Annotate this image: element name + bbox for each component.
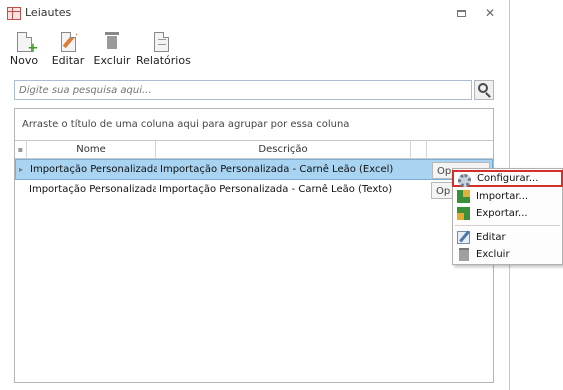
search-button[interactable] <box>474 80 494 100</box>
edit-button[interactable]: Editar <box>50 30 86 70</box>
edit-icon <box>457 231 470 244</box>
menu-separator <box>455 225 560 226</box>
grid-header: ▪ Nome Descrição <box>15 141 493 159</box>
import-icon <box>457 190 470 203</box>
title-bar: Leiautes ✕ <box>0 0 510 26</box>
column-header-actions[interactable] <box>427 141 493 158</box>
close-icon[interactable]: ✕ <box>481 5 499 21</box>
group-by-panel[interactable]: Arraste o título de uma coluna aqui para… <box>15 109 493 141</box>
edit-button-label: Editar <box>51 54 85 67</box>
restore-icon[interactable] <box>452 5 470 21</box>
table-icon <box>7 7 21 20</box>
search-input[interactable] <box>14 80 472 100</box>
menu-item-edit[interactable]: Editar <box>453 229 562 246</box>
gear-icon <box>458 174 471 187</box>
new-document-icon: + <box>16 32 38 56</box>
row-indicator-icon: ▸ <box>19 165 24 174</box>
menu-item-configure[interactable]: Configurar... <box>452 170 563 187</box>
menu-item-delete[interactable]: Excluir <box>453 246 562 263</box>
toolbar: + Novo Editar Excluir Relatórios <box>0 30 510 70</box>
reports-button-label: Relatórios <box>136 54 191 67</box>
row-indicator <box>15 180 27 200</box>
menu-item-delete-label: Excluir <box>476 249 510 260</box>
new-button[interactable]: + Novo <box>8 30 40 70</box>
menu-item-edit-label: Editar <box>476 232 506 243</box>
column-header-blank[interactable] <box>411 141 427 158</box>
cell-nome[interactable]: Importação Personalizada <box>28 160 157 180</box>
column-header-nome[interactable]: Nome <box>27 141 156 158</box>
trash-icon <box>105 32 119 52</box>
menu-item-export-label: Exportar... <box>476 208 528 219</box>
menu-item-configure-label: Configurar... <box>477 173 539 184</box>
menu-item-import-label: Importar... <box>476 191 529 202</box>
leiautes-window: Leiautes ✕ + Novo Editar Excluir Relatór… <box>0 0 510 390</box>
edit-pencil-icon <box>60 31 77 52</box>
trash-icon <box>459 248 469 261</box>
layouts-grid: Arraste o título de uma coluna aqui para… <box>14 108 494 383</box>
menu-item-import[interactable]: Importar... <box>453 188 562 205</box>
report-document-icon <box>153 32 169 52</box>
menu-item-export[interactable]: Exportar... <box>453 205 562 222</box>
window-title: Leiautes <box>25 6 72 19</box>
export-icon <box>457 207 470 220</box>
row-indicator-header[interactable]: ▪ <box>15 141 27 158</box>
table-row[interactable]: Importação Personalizada Importação Pers… <box>15 180 493 201</box>
cell-descricao[interactable]: Importação Personalizada - Carnê Leão (T… <box>156 180 418 200</box>
delete-button[interactable]: Excluir <box>92 30 132 70</box>
table-row[interactable]: ▸ Importação Personalizada Importação Pe… <box>15 159 493 180</box>
cell-nome[interactable]: Importação Personalizada <box>27 180 156 200</box>
column-header-descricao[interactable]: Descrição <box>156 141 411 158</box>
reports-button[interactable]: Relatórios <box>136 30 191 70</box>
delete-button-label: Excluir <box>93 54 131 67</box>
cell-descricao[interactable]: Importação Personalizada - Carnê Leão (E… <box>157 160 419 180</box>
options-context-menu: Configurar... Importar... Exportar... Ed… <box>452 168 563 265</box>
